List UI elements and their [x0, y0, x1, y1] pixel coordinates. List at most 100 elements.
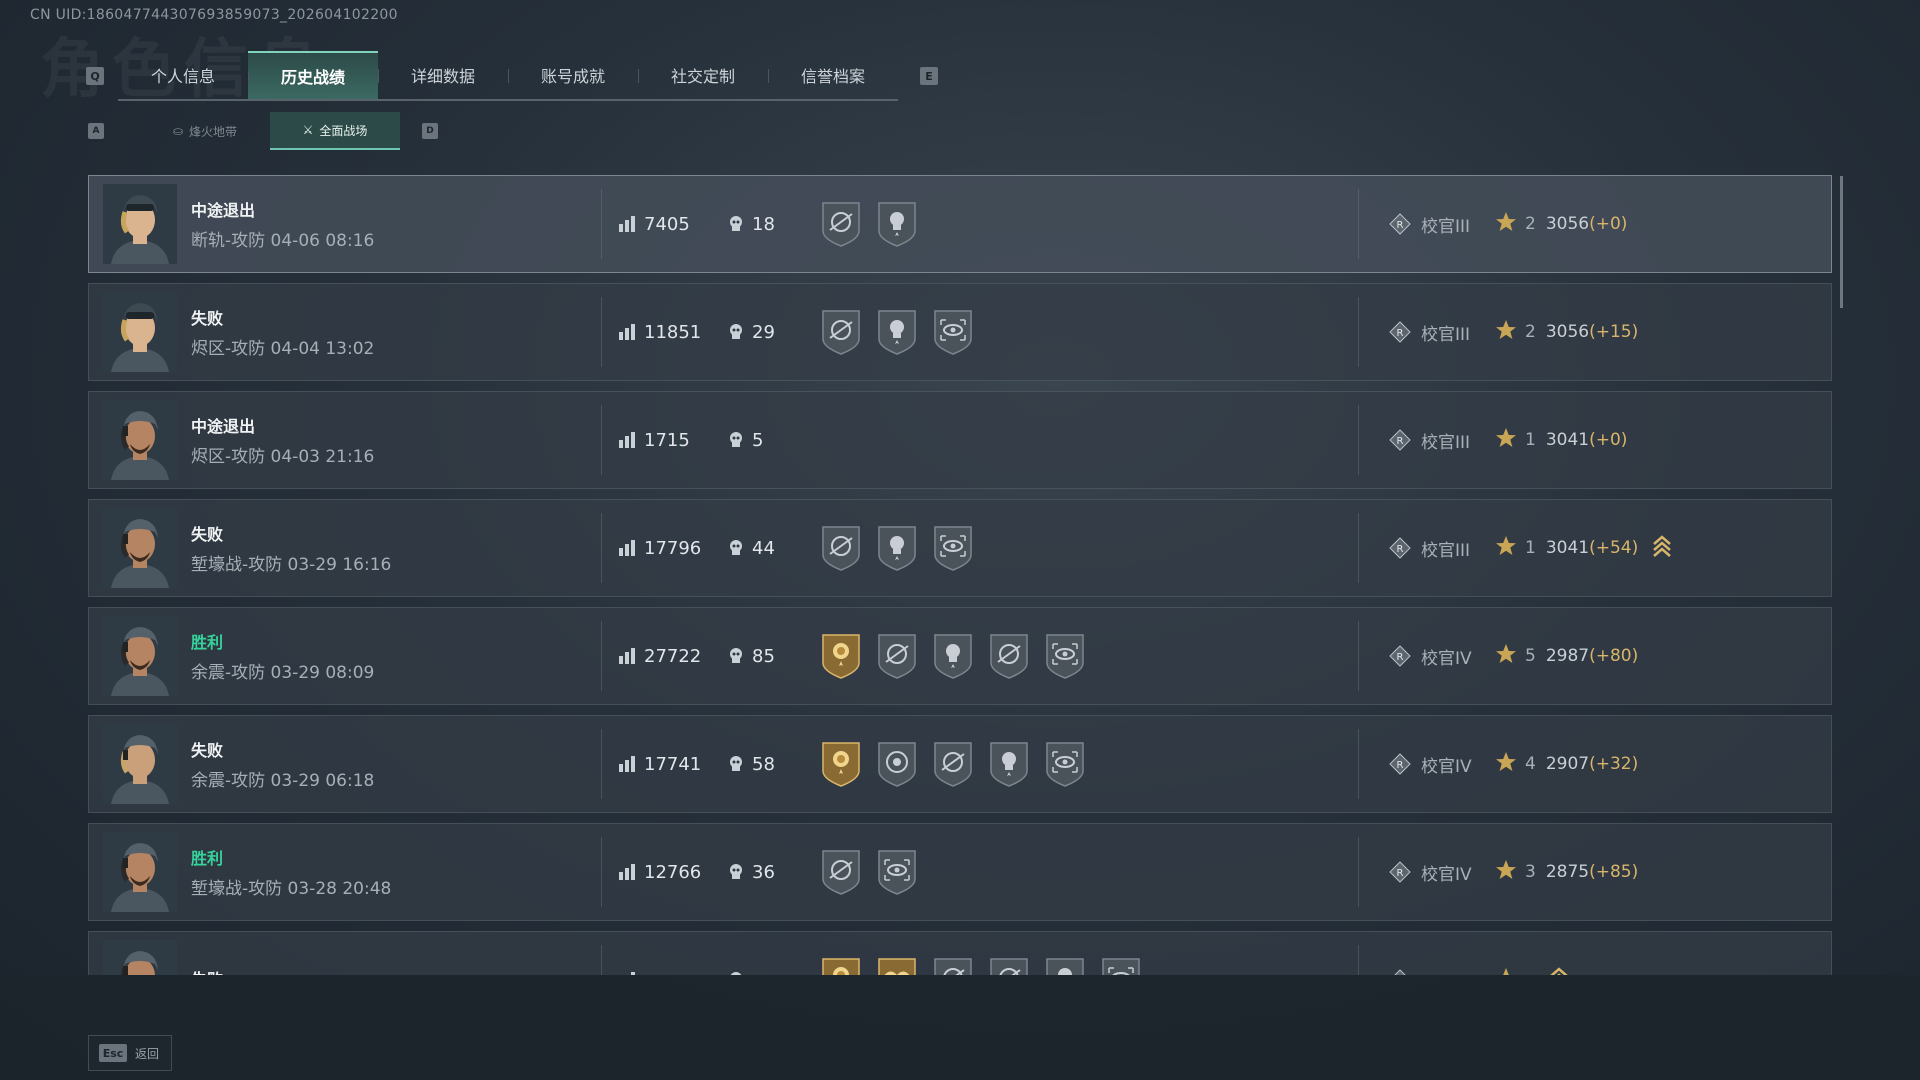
match-result: 胜利 — [191, 849, 224, 868]
svg-text:R: R — [1397, 328, 1404, 339]
gray-eye-medal-icon[interactable] — [1042, 739, 1088, 789]
rank-name: 校官III — [1421, 216, 1471, 237]
match-map: 烬区-攻防 — [191, 447, 266, 467]
points-delta: (+0) — [1589, 214, 1628, 234]
gray-crosshair-medal-icon[interactable] — [986, 631, 1032, 681]
gray-crosshair-medal-icon[interactable] — [874, 631, 920, 681]
kills-stat: 5 — [728, 430, 763, 451]
star-count: 2 — [1525, 322, 1536, 342]
gray-crosshair-medal-icon[interactable] — [986, 955, 1032, 975]
match-row[interactable]: 胜利 余震-攻防 03-29 08:09 27722 85 R 校官IV 5 2… — [88, 607, 1832, 705]
match-result: 失败 — [191, 966, 601, 976]
svg-text:R: R — [1397, 544, 1404, 555]
gray-crosshair-medal-icon[interactable] — [930, 739, 976, 789]
svg-text:R: R — [1397, 652, 1404, 663]
rank-emblem-icon: R — [1389, 429, 1411, 451]
rank-info: R 校官IV 4 2907(+32) — [1389, 751, 1638, 778]
gray-crosshair-medal-icon[interactable] — [818, 199, 864, 249]
rank-info: R 校官III 2 3056(+0) — [1389, 211, 1627, 238]
tab-achievements[interactable]: 账号成就 — [508, 51, 638, 99]
points-value: 3056 — [1545, 322, 1590, 342]
match-info: 失败 — [191, 966, 601, 976]
score-value: 12766 — [644, 861, 702, 883]
gray-crosshair-medal-icon[interactable] — [818, 847, 864, 897]
tab-reputation[interactable]: 信誉档案 — [768, 51, 898, 99]
match-row[interactable]: 中途退出 烬区-攻防 04-03 21:16 1715 5 R 校官III 1 … — [88, 391, 1832, 489]
match-stats: 17796 44 — [618, 538, 818, 559]
gray-skull-medal-icon[interactable] — [874, 307, 920, 357]
tab-prev-key-hint[interactable]: Q — [86, 67, 104, 85]
match-time: 04-06 08:16 — [270, 231, 375, 251]
tab-personal-info[interactable]: 个人信息 — [118, 51, 248, 99]
match-result: 失败 — [191, 525, 224, 544]
match-row[interactable]: 失败 余震-攻防 03-29 06:18 17741 58 R 校官IV 4 2… — [88, 715, 1832, 813]
score-stat: 1715 — [618, 430, 728, 451]
subtab-hazard-zone[interactable]: ⛀ 烽火地带 — [140, 113, 270, 149]
match-map: 堑壕战-攻防 — [191, 879, 283, 899]
match-map: 堑壕战-攻防 — [191, 555, 283, 575]
rank-info: R — [1389, 966, 1569, 975]
subtab-full-battlefield-label: 全面战场 — [319, 123, 368, 138]
points-delta: (+54) — [1589, 538, 1639, 558]
score-stat: 12766 — [618, 862, 728, 883]
gray-crosshair-medal-icon[interactable] — [930, 955, 976, 975]
subtab-full-battlefield[interactable]: ⚔ 全面战场 — [270, 112, 400, 150]
star-count: 2 — [1525, 214, 1536, 234]
gray-eye-medal-icon[interactable] — [930, 307, 976, 357]
row-divider — [601, 405, 602, 475]
medal-list — [818, 523, 1358, 573]
tab-match-history[interactable]: 历史战绩 — [248, 51, 378, 99]
row-divider — [601, 513, 602, 583]
gold-wings-medal-icon[interactable] — [874, 955, 920, 975]
row-divider — [1358, 513, 1359, 583]
match-info: 胜利 余震-攻防 03-29 08:09 — [191, 629, 601, 683]
bottom-bar — [0, 975, 1920, 1080]
gray-skull-medal-icon[interactable] — [874, 199, 920, 249]
gray-skull-medal-icon[interactable] — [874, 523, 920, 573]
esc-key-hint: Esc — [99, 1044, 127, 1062]
tab-bar: 个人信息 历史战绩 详细数据 账号成就 社交定制 信誉档案 — [118, 51, 898, 101]
rank-points: 3041(+54) — [1546, 538, 1638, 558]
medal-list — [818, 739, 1358, 789]
match-history-list[interactable]: 中途退出 断轨-攻防 04-06 08:16 7405 18 R 校官III 2… — [88, 175, 1832, 975]
gray-skull-medal-icon[interactable] — [986, 739, 1032, 789]
match-time: 04-03 21:16 — [270, 447, 375, 467]
row-divider — [1358, 621, 1359, 691]
gold-rose-medal-icon[interactable] — [818, 739, 864, 789]
match-row[interactable]: 失败 烬区-攻防 04-04 13:02 11851 29 R 校官III 2 … — [88, 283, 1832, 381]
row-divider — [601, 945, 602, 975]
rank-info: R 校官III 2 3056(+15) — [1389, 319, 1638, 346]
gray-eye-medal-icon[interactable] — [930, 523, 976, 573]
gray-eye-medal-icon[interactable] — [874, 847, 920, 897]
gold-rose-medal-icon[interactable] — [818, 955, 864, 975]
gray-eye-medal-icon[interactable] — [1098, 955, 1144, 975]
back-button[interactable]: Esc 返回 — [88, 1035, 172, 1071]
battlefield-icon: ⚔ — [302, 123, 314, 137]
bar-chart-icon — [618, 539, 636, 557]
match-row[interactable]: 中途退出 断轨-攻防 04-06 08:16 7405 18 R 校官III 2… — [88, 175, 1832, 273]
list-scrollbar[interactable] — [1840, 176, 1843, 308]
gold-rose-medal-icon[interactable] — [818, 631, 864, 681]
score-stat: 17796 — [618, 538, 728, 559]
gray-eye-medal-icon[interactable] — [1042, 631, 1088, 681]
tab-next-key-hint[interactable]: E — [920, 67, 938, 85]
match-row[interactable]: 失败 — [88, 931, 1832, 975]
gray-crosshair-medal-icon[interactable] — [818, 307, 864, 357]
medal-list — [818, 199, 1358, 249]
match-meta: 断轨-攻防 04-06 08:16 — [191, 226, 601, 251]
rank-name: 校官IV — [1421, 648, 1472, 669]
match-row[interactable]: 失败 堑壕战-攻防 03-29 16:16 17796 44 R 校官III 1… — [88, 499, 1832, 597]
rank-info: R 校官IV 5 2987(+80) — [1389, 643, 1638, 670]
gray-target-skull-medal-icon[interactable] — [874, 739, 920, 789]
rank-points: 2907(+32) — [1546, 754, 1638, 774]
subtab-next-key-hint[interactable]: D — [422, 123, 438, 139]
match-row[interactable]: 胜利 堑壕战-攻防 03-28 20:48 12766 36 R 校官IV 3 … — [88, 823, 1832, 921]
tab-detailed-data[interactable]: 详细数据 — [378, 51, 508, 99]
gray-skull-medal-icon[interactable] — [1042, 955, 1088, 975]
gray-skull-medal-icon[interactable] — [930, 631, 976, 681]
star-icon — [1495, 643, 1517, 670]
kills-stat: 85 — [728, 646, 775, 667]
tab-social-custom[interactable]: 社交定制 — [638, 51, 768, 99]
gray-crosshair-medal-icon[interactable] — [818, 523, 864, 573]
subtab-prev-key-hint[interactable]: A — [88, 123, 104, 139]
